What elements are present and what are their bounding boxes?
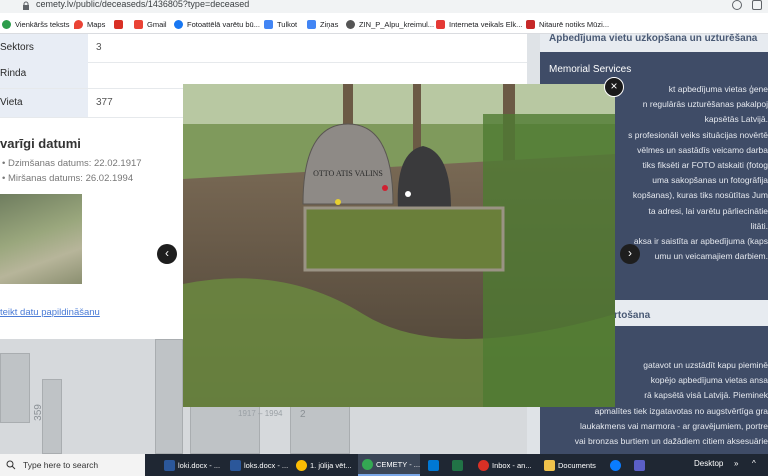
bookmark-item[interactable]: Nitaurē notiks Mūzi... — [526, 17, 609, 31]
prev-image-button[interactable]: ‹ — [157, 244, 177, 264]
translate-icon — [264, 19, 273, 29]
chevron-icon[interactable]: » — [734, 459, 738, 468]
bookmark-label: Maps — [87, 19, 106, 29]
suggest-data-link[interactable]: teikt datu papildināšanu — [0, 307, 100, 318]
calculator-icon — [634, 459, 645, 471]
taskbar-app-active[interactable]: CEMETY - ... — [358, 454, 420, 476]
url-text[interactable]: cemety.lv/public/deceaseds/1436805?type=… — [36, 0, 249, 9]
chrome-icon — [296, 459, 307, 471]
news-icon — [307, 19, 316, 29]
bookmark-label: ZIN_P_Alpu_kreimul... — [359, 19, 435, 29]
taskbar-app[interactable] — [606, 454, 626, 476]
facebook-icon — [174, 19, 183, 29]
map-label: 359 — [32, 404, 44, 421]
globe-icon — [346, 19, 355, 29]
dates-heading: varīgi datumi — [0, 136, 81, 151]
mail-icon — [478, 459, 489, 471]
taskbar-app[interactable]: loki.docx - ... — [160, 454, 222, 476]
task-label: Inbox - an... — [492, 460, 532, 470]
services-title: Apbedījuma vietu uzkopšana un uzturēšana — [540, 34, 768, 52]
bookmark-item[interactable]: Ziņas — [307, 17, 338, 31]
detail-value: 3 — [96, 42, 102, 53]
map-label: 2 — [300, 409, 306, 420]
map-label: 1917 – 1994 — [238, 409, 283, 418]
bookmark-label: Tulkot — [277, 19, 298, 29]
shop-icon — [436, 19, 445, 29]
task-label: 1. jūlija vēt... — [310, 460, 352, 470]
detail-key: Rinda — [0, 60, 88, 88]
bookmark-item[interactable]: Vienkāršs teksts — [2, 17, 69, 31]
bookmark-item[interactable]: Gmail — [134, 17, 167, 31]
taskbar-app[interactable] — [424, 454, 444, 476]
excel-icon — [452, 459, 463, 471]
taskbar-app[interactable] — [448, 454, 468, 476]
bookmark-item[interactable]: ZIN_P_Alpu_kreimul... — [346, 17, 434, 31]
detail-key: Sektors — [0, 34, 88, 62]
taskbar-app[interactable]: 1. jūlija vēt... — [292, 454, 356, 476]
task-label: loki.docx - ... — [178, 460, 221, 470]
bookmark-label: Nitaurē notiks Mūzi... — [539, 19, 610, 29]
address-bar[interactable]: cemety.lv/public/deceaseds/1436805?type=… — [0, 0, 768, 13]
leaf-icon — [2, 19, 11, 29]
bookmark-label: Interneta veikals Elk... — [449, 19, 523, 29]
bookmark-label: Fotoattēlā varētu bū... — [187, 19, 260, 29]
services-text-line: laukakmens vai marmora - ar gravējumiem,… — [579, 420, 768, 431]
lightbox-image: OTTO ATIS VALINS — [183, 84, 615, 407]
word-icon — [164, 459, 175, 471]
shopping-icon — [114, 19, 123, 29]
bookmark-label: Vienkāršs teksts — [15, 19, 70, 29]
detail-value: 377 — [96, 97, 113, 108]
task-label: Documents — [558, 460, 596, 470]
bookmark-label: Ziņas — [320, 19, 339, 29]
taskbar-app[interactable] — [630, 454, 650, 476]
birth-date: • Dzimšanas datums: 22.02.1917 — [2, 158, 142, 169]
map-plot — [155, 339, 183, 454]
taskbar: Type here to search loki.docx - ... loks… — [0, 454, 768, 476]
death-date: • Miršanas datums: 26.02.1994 — [2, 173, 134, 184]
next-image-button[interactable]: › — [620, 244, 640, 264]
map-plot — [42, 379, 62, 454]
folder-icon — [544, 459, 555, 471]
taskbar-app[interactable]: Inbox - an... — [474, 454, 536, 476]
grave-photo-thumbnail[interactable] — [0, 194, 82, 284]
lock-icon — [23, 1, 29, 10]
outlook-icon — [428, 459, 439, 471]
services-text-line: vai bronzas burtiem un dažādiem citiem a… — [574, 436, 768, 446]
map-pin-icon — [74, 19, 83, 29]
taskbar-search[interactable]: Type here to search — [0, 454, 145, 476]
taskbar-app[interactable]: loks.docx - ... — [226, 454, 290, 476]
desktop-toolbar-label[interactable]: Desktop — [694, 459, 723, 468]
close-lightbox-button[interactable]: × — [604, 77, 624, 97]
gmail-icon — [134, 19, 143, 29]
detail-key: Vieta — [0, 89, 88, 117]
task-label: CEMETY - ... — [376, 459, 420, 469]
map-plot — [0, 353, 30, 423]
bookmark-item[interactable] — [114, 17, 127, 31]
bookmark-label: Gmail — [147, 19, 167, 29]
profile-icon[interactable] — [752, 0, 762, 10]
tombstone-inscription: OTTO ATIS VALINS — [313, 169, 383, 178]
taskbar-app[interactable]: Documents — [540, 454, 602, 476]
word-icon — [230, 459, 241, 471]
edge-icon — [610, 459, 621, 471]
bookmark-item[interactable]: Interneta veikals Elk... — [436, 17, 522, 31]
bookmark-item[interactable]: Tulkot — [264, 17, 297, 31]
flag-icon — [526, 19, 535, 29]
grave-photo: OTTO ATIS VALINS — [183, 84, 615, 407]
detail-row: Sektors 3 — [0, 34, 527, 63]
bookmark-item[interactable]: Fotoattēlā varētu bū... — [174, 17, 260, 31]
bookmark-item[interactable]: Maps — [74, 17, 105, 31]
search-icon — [6, 460, 16, 470]
bookmarks-bar: Vienkāršs teksts Maps Gmail Fotoattēlā v… — [0, 13, 768, 34]
task-label: loks.docx - ... — [244, 460, 289, 470]
extension-icon[interactable] — [732, 0, 742, 10]
tray-caret-icon[interactable]: ^ — [752, 459, 756, 468]
memorial-services-logo: Memorial Services — [549, 64, 632, 75]
chrome-icon — [362, 458, 373, 470]
